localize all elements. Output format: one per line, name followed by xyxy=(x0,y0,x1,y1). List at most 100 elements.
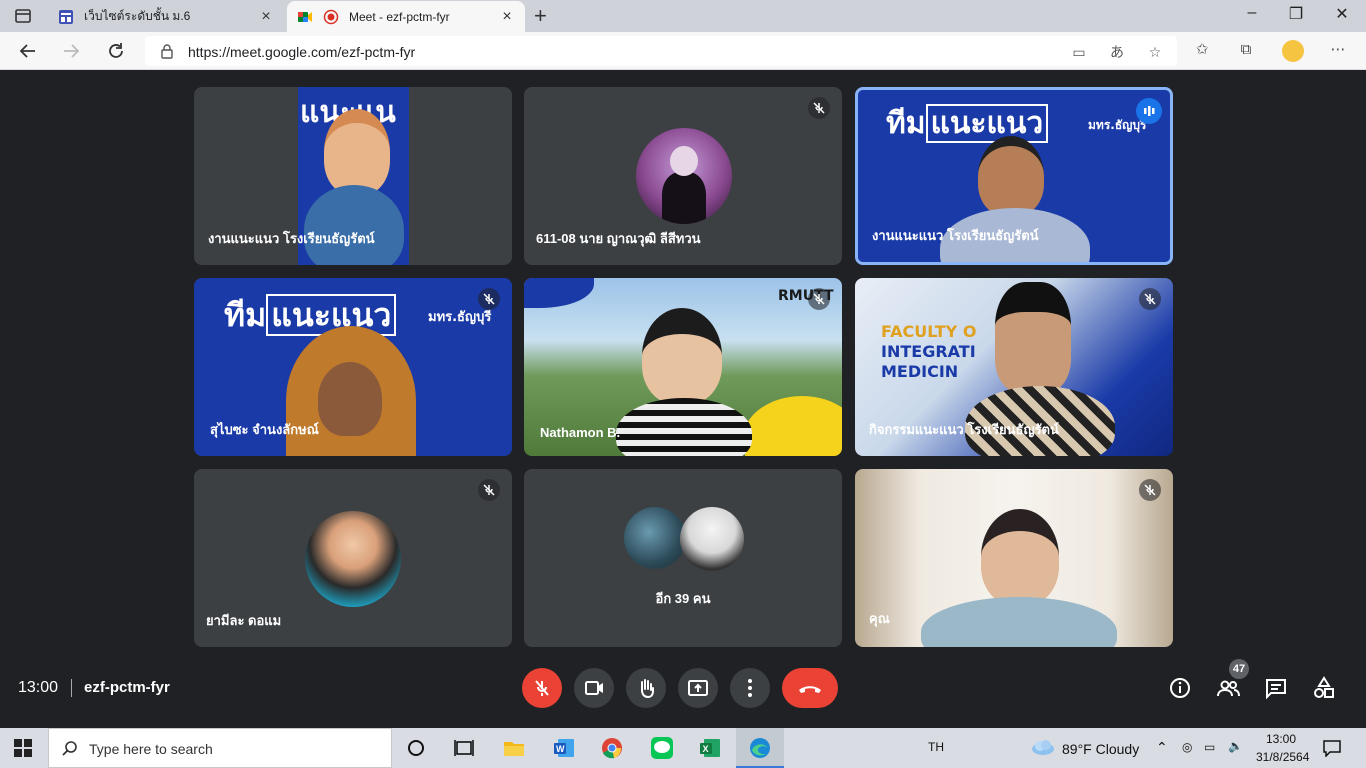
browser-tab-bar: เว็บไซต์ระดับชั้น ม.6 × Meet - ezf-pctm-… xyxy=(0,0,1366,32)
url-field[interactable]: https://meet.google.com/ezf-pctm-fyr ▭ あ… xyxy=(145,36,1177,66)
camera-icon xyxy=(585,681,603,695)
close-tab-icon[interactable]: × xyxy=(258,8,274,25)
location-icon[interactable]: ◎ xyxy=(1182,740,1192,754)
participant-name: กิจกรรมแนะแนว โรงเรียนธัญรัตน์ xyxy=(869,422,1059,437)
end-call-icon xyxy=(799,686,821,693)
show-hidden-icons[interactable]: ⌃ xyxy=(1156,739,1168,756)
mic-off-icon xyxy=(478,479,500,501)
svg-text:X: X xyxy=(703,744,709,754)
mic-off-icon xyxy=(1139,288,1161,310)
more-options-button[interactable] xyxy=(730,668,770,708)
windows-start-icon[interactable] xyxy=(14,739,32,757)
other-avatar xyxy=(680,507,744,571)
taskbar-clock-date[interactable]: 31/8/2564 xyxy=(1256,750,1309,764)
participant-tile[interactable]: 611-08 นาย ญาณวุฒิ ลีสีทวน xyxy=(524,87,842,265)
participant-person xyxy=(981,509,1059,605)
meeting-time: 13:00 xyxy=(18,679,59,696)
hand-icon xyxy=(641,679,654,699)
meeting-details-icon[interactable] xyxy=(1168,676,1192,700)
chat-icon[interactable] xyxy=(1264,676,1288,700)
leave-call-button[interactable] xyxy=(782,668,838,708)
tab-actions-icon[interactable] xyxy=(14,7,32,25)
participant-tile[interactable]: RMUTT Nathamon B. xyxy=(524,278,842,456)
mic-off-icon xyxy=(1139,479,1161,501)
participant-name: คุณ xyxy=(869,611,890,626)
participant-tile[interactable]: FACULTY O INTEGRATI MEDICIN กิจกรรมแนะแน… xyxy=(855,278,1173,456)
participant-shirt xyxy=(921,597,1117,647)
favorites-icon[interactable]: ✩ xyxy=(1192,40,1212,60)
translate-icon[interactable]: あ xyxy=(1107,42,1127,62)
participants-count-badge: 47 xyxy=(1229,659,1249,679)
mic-off-icon xyxy=(808,97,830,119)
windows-taskbar: Type here to search W X TH 89°F Cloudy ⌃… xyxy=(0,728,1366,768)
weather-text[interactable]: 89°F Cloudy xyxy=(1062,741,1139,757)
site-favicon-icon xyxy=(59,9,73,24)
volume-icon[interactable]: 🔈 xyxy=(1228,739,1243,753)
notifications-icon[interactable] xyxy=(1322,739,1342,757)
divider xyxy=(71,679,72,697)
activities-icon[interactable] xyxy=(1312,676,1336,700)
tab-title: Meet - ezf-pctm-fyr xyxy=(349,9,450,24)
participant-person xyxy=(978,136,1044,216)
search-placeholder: Type here to search xyxy=(89,741,213,757)
edge-taskbar-button[interactable] xyxy=(736,728,784,768)
minimize-icon[interactable]: – xyxy=(1240,4,1264,22)
meeting-code: ezf-pctm-fyr xyxy=(84,679,170,696)
task-view-icon[interactable] xyxy=(452,736,476,760)
camera-in-use-icon[interactable]: ▭ xyxy=(1069,42,1089,62)
tab-website[interactable]: เว็บไซต์ระดับชั้น ม.6 × xyxy=(48,1,284,32)
people-icon[interactable] xyxy=(1216,676,1240,700)
new-tab-button[interactable]: + xyxy=(534,5,547,27)
line-app-icon[interactable] xyxy=(650,736,674,760)
mic-off-icon xyxy=(478,288,500,310)
battery-icon[interactable]: ▭ xyxy=(1204,740,1215,754)
others-tile[interactable]: อีก 39 คน xyxy=(524,469,842,647)
search-icon xyxy=(62,741,77,756)
cortana-icon[interactable] xyxy=(404,736,428,760)
restore-icon[interactable]: ❐ xyxy=(1284,4,1308,24)
more-menu-icon[interactable]: ⋯ xyxy=(1328,40,1348,60)
close-tab-icon[interactable]: × xyxy=(499,8,515,25)
participant-name: สุไบซะ จำนงลักษณ์ xyxy=(210,422,319,437)
cloud-icon xyxy=(1032,740,1054,755)
present-screen-button[interactable] xyxy=(678,668,718,708)
self-tile[interactable]: คุณ xyxy=(855,469,1173,647)
collections-icon[interactable]: ⧉ xyxy=(1236,40,1256,60)
lock-icon[interactable] xyxy=(159,43,175,59)
forward-icon[interactable] xyxy=(60,40,82,62)
participant-tile[interactable]: ยามีละ ดอแม xyxy=(194,469,512,647)
participant-tile[interactable]: ทีม แนะแนว มทร.ธัญบุรี สุไบซะ จำนงลักษณ์ xyxy=(194,278,512,456)
file-explorer-icon[interactable] xyxy=(502,736,526,760)
taskbar-clock-time[interactable]: 13:00 xyxy=(1266,732,1296,746)
participant-shirt xyxy=(304,185,404,265)
add-favorite-icon[interactable]: ☆ xyxy=(1145,42,1165,62)
more-vert-icon xyxy=(748,679,752,697)
raise-hand-button[interactable] xyxy=(626,668,666,708)
svg-text:W: W xyxy=(556,744,565,754)
participant-tile-speaking[interactable]: ทีม แนะแนว มทร.ธัญบุรี งานแนะแนว โรงเรียน… xyxy=(855,87,1173,265)
input-language[interactable]: TH xyxy=(928,740,944,754)
word-icon[interactable]: W xyxy=(552,736,576,760)
close-window-icon[interactable]: ✕ xyxy=(1330,4,1354,24)
participant-shirt xyxy=(616,398,752,456)
mic-toggle-button[interactable] xyxy=(522,668,562,708)
refresh-icon[interactable] xyxy=(105,40,127,62)
tab-meet[interactable]: Meet - ezf-pctm-fyr × xyxy=(287,1,525,32)
taskbar-search-box[interactable]: Type here to search xyxy=(48,728,392,768)
back-icon[interactable] xyxy=(17,40,39,62)
camera-toggle-button[interactable] xyxy=(574,668,614,708)
participant-name: 611-08 นาย ญาณวุฒิ ลีสีทวน xyxy=(536,231,701,246)
speaking-indicator-icon xyxy=(1136,98,1162,124)
participant-avatar xyxy=(636,128,732,224)
participant-person xyxy=(642,308,722,404)
poster-text: FACULTY O INTEGRATI MEDICIN xyxy=(881,322,977,381)
participant-name: งานแนะแนว โรงเรียนธัญรัตน์ xyxy=(208,231,375,246)
excel-icon[interactable]: X xyxy=(698,736,722,760)
other-avatar xyxy=(624,507,686,569)
profile-avatar[interactable] xyxy=(1282,40,1304,62)
participant-face xyxy=(318,362,382,436)
participant-tile[interactable]: แนะแน งานแนะแนว โรงเรียนธัญรัตน์ xyxy=(194,87,512,265)
chrome-icon[interactable] xyxy=(600,736,624,760)
present-icon xyxy=(688,680,708,696)
participant-name: Nathamon B. xyxy=(540,425,621,440)
